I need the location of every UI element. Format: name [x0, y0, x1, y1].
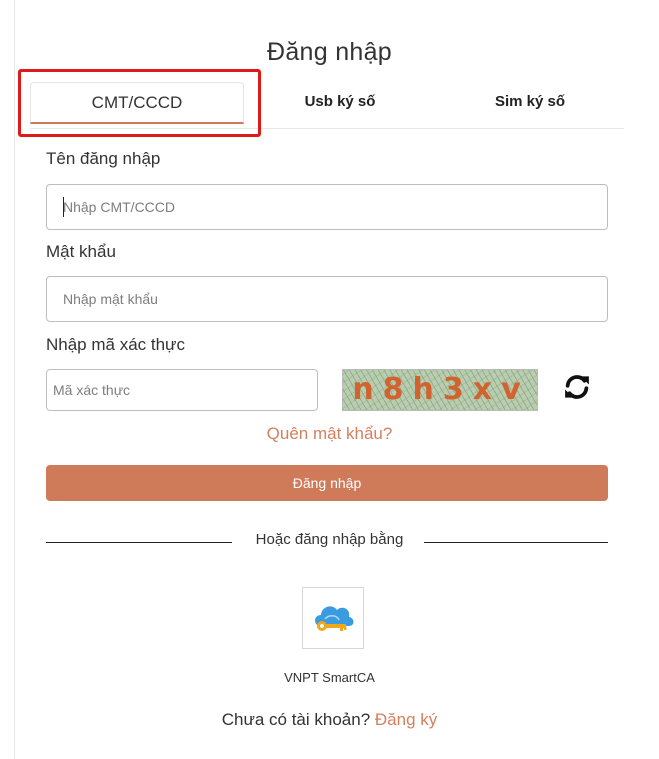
divider-right	[424, 542, 608, 543]
password-input[interactable]	[46, 276, 608, 322]
username-label: Tên đăng nhập	[46, 149, 161, 168]
password-label: Mật khẩu	[46, 242, 116, 261]
refresh-icon[interactable]	[562, 372, 592, 402]
captcha-input[interactable]	[46, 369, 318, 411]
vnpt-smartca-label: VNPT SmartCA	[284, 670, 375, 685]
tabs-divider	[30, 128, 624, 129]
signup-link[interactable]: Đăng ký	[375, 710, 437, 729]
text-cursor	[63, 197, 64, 217]
forgot-password-link[interactable]: Quên mật khẩu?	[0, 424, 659, 444]
tab-sim-ky-so[interactable]: Sim ký số	[470, 82, 590, 124]
captcha-text: n8h3xv	[352, 372, 530, 407]
tab-usb-ky-so[interactable]: Usb ký số	[280, 82, 400, 124]
cloud-key-icon	[315, 606, 354, 631]
tab-cmt-cccd[interactable]: CMT/CCCD	[30, 82, 244, 124]
signup-prompt: Chưa có tài khoản?	[221, 710, 371, 729]
page-title: Đăng nhập	[266, 38, 393, 66]
divider-text: Hoặc đăng nhập bằng	[255, 531, 404, 548]
captcha-image: n8h3xv	[342, 369, 538, 411]
login-button[interactable]: Đăng nhập	[46, 465, 608, 501]
vnpt-smartca-button[interactable]	[302, 587, 364, 649]
captcha-label: Nhập mã xác thực	[46, 335, 185, 354]
signup-row: Chưa có tài khoản? Đăng ký	[0, 710, 659, 730]
username-input[interactable]	[46, 184, 608, 230]
